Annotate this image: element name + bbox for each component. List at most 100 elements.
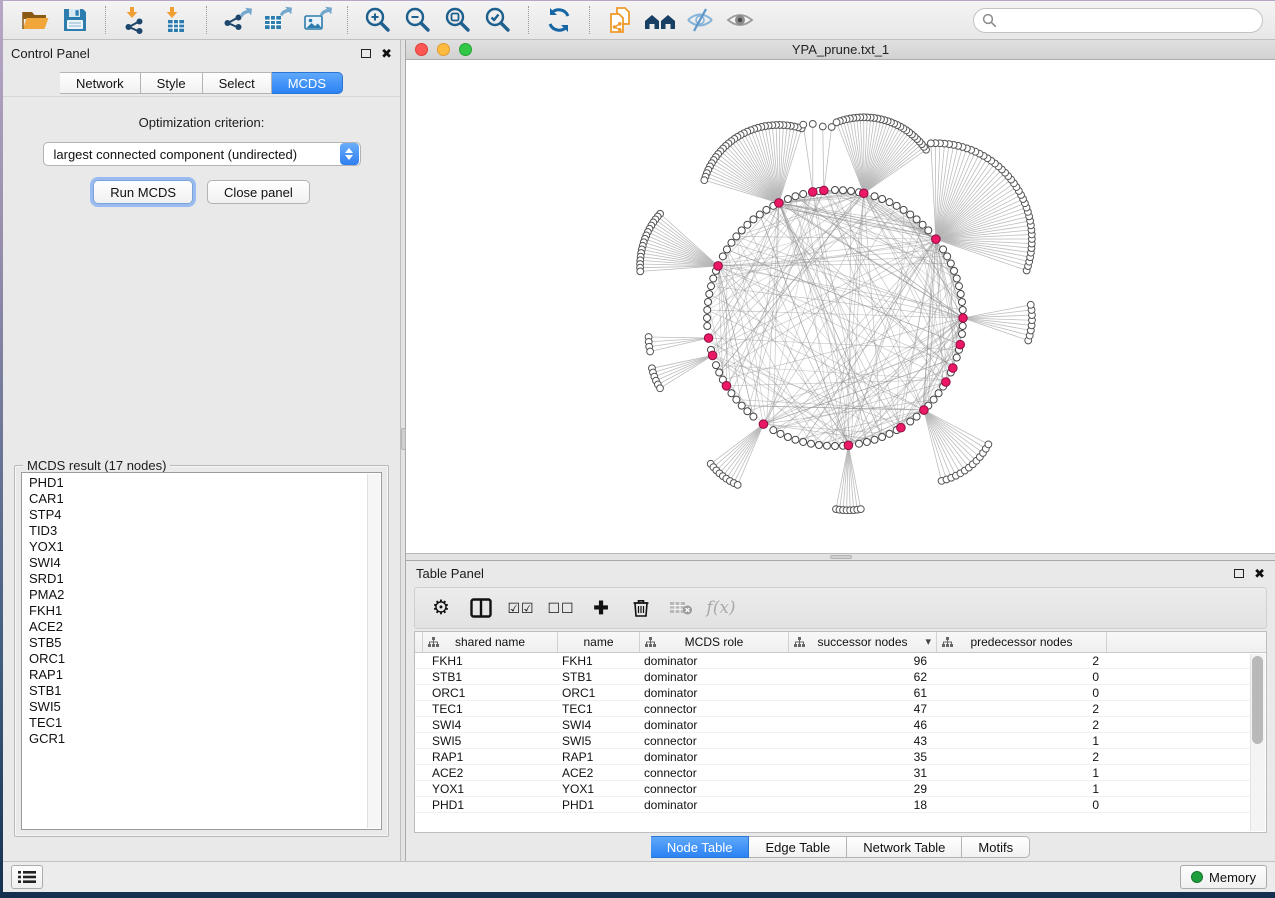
zoom-selected-button[interactable]	[478, 4, 518, 36]
column-header-predecessor-nodes[interactable]: predecessor nodes	[937, 632, 1107, 652]
mcds-result-node[interactable]: PMA2	[22, 587, 381, 603]
control-panel-tab[interactable]: Style	[141, 72, 203, 94]
control-panel-tab[interactable]: MCDS	[272, 72, 343, 94]
divider-handle[interactable]	[830, 555, 852, 559]
main-toolbar	[3, 1, 1275, 40]
zoom-in-button[interactable]	[358, 4, 398, 36]
add-column-button[interactable]: ✚	[583, 591, 619, 625]
application-window: Control Panel ✖ NetworkStyleSelectMCDS O…	[3, 1, 1275, 892]
mcds-result-node[interactable]: STB5	[22, 635, 381, 651]
mcds-result-node[interactable]: TID3	[22, 523, 381, 539]
mcds-result-node[interactable]: GCR1	[22, 731, 381, 747]
zoom-fit-button[interactable]	[438, 4, 478, 36]
import-table-button[interactable]	[156, 4, 196, 36]
memory-button[interactable]: Memory	[1180, 865, 1267, 889]
close-panel-button[interactable]: Close panel	[207, 180, 310, 204]
criterion-select[interactable]: largest connected component (undirected)	[43, 142, 361, 166]
run-mcds-button[interactable]: Run MCDS	[93, 180, 193, 204]
save-icon	[62, 7, 88, 33]
mcds-result-node[interactable]: YOX1	[22, 539, 381, 555]
mcds-result-node[interactable]: ORC1	[22, 651, 381, 667]
show-columns-button[interactable]	[463, 591, 499, 625]
hide-selected-button[interactable]	[680, 4, 720, 36]
shared-column-icon	[942, 637, 953, 648]
show-all-button[interactable]	[720, 4, 760, 36]
export-network-button[interactable]	[217, 4, 257, 36]
mcds-result-node[interactable]: STP4	[22, 507, 381, 523]
table-row[interactable]: PHD1 PHD1 dominator 18 0	[415, 797, 1266, 813]
task-history-button[interactable]	[11, 865, 43, 889]
control-panel-tab[interactable]: Select	[203, 72, 272, 94]
table-row[interactable]: TEC1 TEC1 connector 47 2	[415, 701, 1266, 717]
eye-icon	[726, 7, 754, 33]
zoom-selected-icon	[484, 6, 512, 34]
search-field-wrap	[973, 8, 1263, 33]
table-row[interactable]: YOX1 YOX1 connector 29 1	[415, 781, 1266, 797]
first-neighbors-button[interactable]	[640, 4, 680, 36]
table-row[interactable]: STB1 STB1 dominator 62 0	[415, 669, 1266, 685]
memory-status-icon	[1191, 871, 1203, 883]
zoom-out-button[interactable]	[398, 4, 438, 36]
new-network-from-selection-button[interactable]	[600, 4, 640, 36]
mcds-result-node[interactable]: SWI5	[22, 699, 381, 715]
table-row[interactable]: SWI5 SWI5 connector 43 1	[415, 733, 1266, 749]
column-header-mcds-role[interactable]: MCDS role	[640, 632, 789, 652]
scrollbar-thumb[interactable]	[1252, 656, 1263, 744]
horizontal-split-divider[interactable]	[406, 553, 1275, 561]
table-tab[interactable]: Edge Table	[749, 836, 847, 858]
mcds-result-node[interactable]: STB1	[22, 683, 381, 699]
delete-table-button[interactable]	[663, 591, 699, 625]
table-tab[interactable]: Motifs	[962, 836, 1030, 858]
mcds-result-node[interactable]: FKH1	[22, 603, 381, 619]
import-network-button[interactable]	[116, 4, 156, 36]
close-panel-icon[interactable]: ✖	[381, 47, 392, 60]
table-options-button[interactable]: ⚙	[423, 591, 459, 625]
column-header-shared-name[interactable]: shared name	[423, 632, 558, 652]
table-row[interactable]: RAP1 RAP1 dominator 35 2	[415, 749, 1266, 765]
table-row[interactable]: ORC1 ORC1 dominator 61 0	[415, 685, 1266, 701]
select-all-button[interactable]: ☑☑	[503, 591, 539, 625]
float-panel-icon[interactable]	[1234, 569, 1244, 578]
apply-layout-button[interactable]	[539, 4, 579, 36]
toolbar-separator	[105, 6, 106, 34]
mcds-result-node[interactable]: SWI4	[22, 555, 381, 571]
table-row[interactable]: SWI4 SWI4 dominator 46 2	[415, 717, 1266, 733]
float-panel-icon[interactable]	[361, 49, 371, 58]
mcds-result-node[interactable]: CAR1	[22, 491, 381, 507]
table-tab[interactable]: Network Table	[847, 836, 962, 858]
result-list-scrollbar[interactable]	[367, 474, 380, 828]
delete-column-button[interactable]	[623, 591, 659, 625]
export-table-button[interactable]	[257, 4, 297, 36]
function-builder-button[interactable]: f(x)	[703, 591, 739, 625]
import-table-icon	[162, 6, 190, 34]
column-header-successor-nodes[interactable]: successor nodes▾	[789, 632, 937, 652]
search-icon	[982, 13, 997, 33]
close-panel-icon[interactable]: ✖	[1254, 567, 1265, 580]
toolbar-separator	[347, 6, 348, 34]
save-session-button[interactable]	[55, 4, 95, 36]
mcds-result-node[interactable]: TEC1	[22, 715, 381, 731]
table-toolbar: ⚙ ☑☑ ☐☐ ✚ f(x)	[414, 587, 1267, 629]
delete-table-icon	[669, 600, 693, 616]
network-canvas[interactable]	[406, 60, 1275, 553]
deselect-all-button[interactable]: ☐☐	[543, 591, 579, 625]
mcds-result-node[interactable]: SRD1	[22, 571, 381, 587]
zoom-out-icon	[404, 6, 432, 34]
node-table: shared name name MCDS role successor nod…	[414, 631, 1267, 833]
table-tab[interactable]: Node Table	[651, 836, 750, 858]
search-input[interactable]	[973, 8, 1263, 33]
mcds-result-node[interactable]: PHD1	[22, 475, 381, 491]
export-image-button[interactable]	[297, 4, 337, 36]
mcds-result-node[interactable]: RAP1	[22, 667, 381, 683]
column-header-name[interactable]: name	[558, 632, 640, 652]
columns-icon	[470, 598, 492, 618]
table-scrollbar[interactable]	[1250, 654, 1265, 831]
open-file-button[interactable]	[15, 4, 55, 36]
unchecked-boxes-icon: ☐☐	[547, 600, 574, 617]
table-tabs: Node TableEdge TableNetwork TableMotifs	[406, 833, 1275, 861]
table-row[interactable]: ACE2 ACE2 connector 31 1	[415, 765, 1266, 781]
mcds-result-node[interactable]: ACE2	[22, 619, 381, 635]
list-icon	[18, 870, 36, 884]
table-row[interactable]: FKH1 FKH1 dominator 96 2	[415, 653, 1266, 669]
control-panel-tab[interactable]: Network	[60, 72, 141, 94]
